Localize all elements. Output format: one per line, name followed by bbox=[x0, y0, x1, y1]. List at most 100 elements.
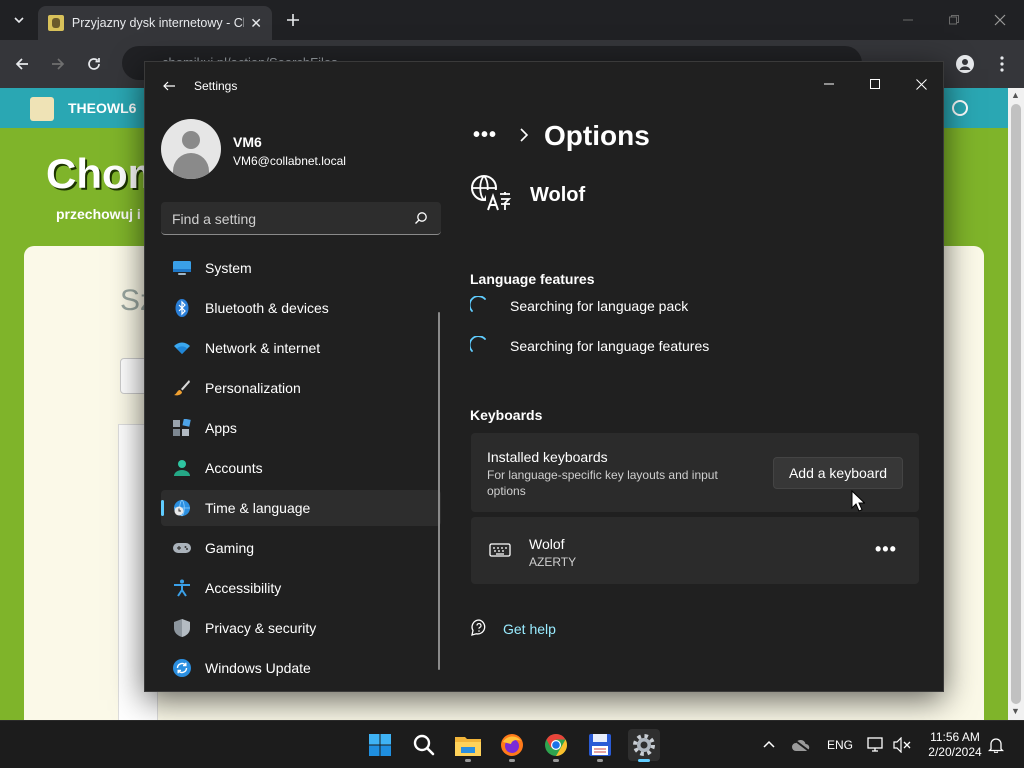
settings-titlebar: Settings bbox=[145, 62, 945, 110]
bluetooth-icon bbox=[175, 299, 189, 317]
tab-search-button[interactable] bbox=[8, 9, 30, 31]
search-icon bbox=[413, 734, 435, 756]
settings-window: Settings VM6 VM6@collabnet.local Find a … bbox=[144, 61, 944, 692]
nav-item-label: Privacy & security bbox=[205, 620, 317, 636]
taskbar-save-app[interactable] bbox=[584, 729, 616, 762]
nav-item-label: Bluetooth & devices bbox=[205, 300, 329, 316]
volume-muted-icon bbox=[893, 737, 911, 753]
clock[interactable]: 11:56 AM 2/20/2024 bbox=[918, 730, 992, 760]
nav-item-apps[interactable]: Apps bbox=[161, 410, 441, 446]
scroll-down-icon[interactable]: ▼ bbox=[1011, 706, 1020, 716]
settings-search-input[interactable]: Find a setting bbox=[161, 202, 441, 235]
volume-button[interactable] bbox=[892, 735, 912, 755]
loading-spinner-icon bbox=[470, 296, 486, 312]
shield-icon bbox=[174, 619, 190, 637]
notifications-button[interactable] bbox=[986, 735, 1006, 755]
nav-item-label: Personalization bbox=[205, 380, 301, 396]
loading-spinner-icon bbox=[470, 336, 486, 352]
more-vertical-icon bbox=[1000, 56, 1004, 72]
page-scrollbar-thumb[interactable] bbox=[1011, 104, 1021, 704]
nav-item-gaming[interactable]: Gaming bbox=[161, 530, 441, 566]
site-brand[interactable]: THEOWL6 bbox=[68, 100, 136, 116]
show-hidden-icons-button[interactable] bbox=[759, 735, 779, 755]
keyboard-layout: AZERTY bbox=[529, 555, 577, 569]
scroll-up-icon[interactable]: ▲ bbox=[1011, 90, 1020, 100]
nav-item-bluetooth[interactable]: Bluetooth & devices bbox=[161, 290, 441, 326]
browser-close-button[interactable] bbox=[990, 10, 1010, 30]
user-avatar[interactable] bbox=[161, 119, 221, 179]
chevron-down-icon bbox=[14, 17, 24, 24]
keyboard-icon bbox=[489, 543, 511, 557]
gear-icon bbox=[633, 734, 655, 756]
installed-keyboards-desc: For language-specific key layouts and in… bbox=[487, 468, 718, 498]
tab-title: Przyjazny dysk internetowy - Chomikuj.pl bbox=[71, 16, 244, 30]
running-indicator bbox=[597, 759, 603, 762]
nav-item-label: Gaming bbox=[205, 540, 255, 556]
account-icon bbox=[174, 460, 190, 476]
network-button[interactable] bbox=[866, 735, 886, 755]
profile-button[interactable] bbox=[953, 52, 977, 76]
keyboard-item-card[interactable]: Wolof AZERTY ••• bbox=[471, 517, 919, 584]
chevron-right-icon bbox=[520, 128, 529, 142]
page-title: Options bbox=[544, 120, 650, 151]
nav-item-accounts[interactable]: Accounts bbox=[161, 450, 441, 486]
browser-menu-button[interactable] bbox=[990, 52, 1014, 76]
language-features-heading: Language features bbox=[470, 271, 595, 287]
get-help-link[interactable]: Get help bbox=[503, 621, 556, 637]
taskbar-file-explorer[interactable] bbox=[452, 729, 484, 762]
nav-item-privacy[interactable]: Privacy & security bbox=[161, 610, 441, 646]
nav-item-personalization[interactable]: Personalization bbox=[161, 370, 441, 406]
maximize-button[interactable] bbox=[864, 73, 886, 95]
nav-item-accessibility[interactable]: Accessibility bbox=[161, 570, 441, 606]
browser-minimize-button[interactable] bbox=[898, 10, 918, 30]
chevron-up-icon bbox=[763, 740, 775, 748]
nav-item-label: Time & language bbox=[205, 500, 311, 516]
folder-icon bbox=[455, 737, 481, 756]
browser-restore-button[interactable] bbox=[944, 10, 964, 30]
new-tab-button[interactable] bbox=[282, 9, 304, 31]
close-tab-icon[interactable]: ✕ bbox=[250, 15, 262, 32]
nav-item-label: Accounts bbox=[205, 460, 263, 476]
nav-item-label: Network & internet bbox=[205, 340, 321, 356]
running-indicator bbox=[465, 759, 471, 762]
more-options-button[interactable]: ••• bbox=[875, 539, 897, 560]
feature-status-pack: Searching for language pack bbox=[510, 298, 689, 314]
nav-item-network[interactable]: Network & internet bbox=[161, 330, 441, 366]
firefox-icon bbox=[501, 734, 523, 756]
breadcrumb-overflow[interactable]: ••• bbox=[473, 124, 497, 147]
settings-back-button[interactable] bbox=[161, 78, 177, 94]
clock-date: 2/20/2024 bbox=[928, 745, 982, 759]
network-icon bbox=[867, 737, 883, 752]
forward-button[interactable] bbox=[46, 52, 70, 76]
nav-item-windows-update[interactable]: Windows Update bbox=[161, 650, 441, 686]
close-icon bbox=[994, 14, 1006, 26]
reload-button[interactable] bbox=[82, 52, 106, 76]
taskbar-firefox[interactable] bbox=[496, 729, 528, 762]
add-keyboard-button[interactable]: Add a keyboard bbox=[773, 457, 903, 489]
installed-keyboards-title: Installed keyboards bbox=[487, 449, 608, 465]
nav-item-system[interactable]: System bbox=[161, 250, 441, 286]
back-button[interactable] bbox=[10, 52, 34, 76]
plus-icon bbox=[287, 14, 299, 26]
accessibility-icon bbox=[174, 579, 190, 597]
browser-tab[interactable]: Przyjazny dysk internetowy - Chomikuj.pl… bbox=[38, 6, 272, 40]
gamepad-icon bbox=[173, 543, 191, 553]
language-icon bbox=[471, 175, 512, 212]
power-icon[interactable] bbox=[952, 100, 968, 116]
keyboard-name: Wolof bbox=[529, 536, 565, 552]
taskbar-search-button[interactable] bbox=[408, 729, 440, 761]
input-language[interactable]: ENG bbox=[827, 738, 853, 752]
site-logo-icon[interactable] bbox=[30, 97, 54, 121]
taskbar-settings[interactable] bbox=[628, 729, 660, 762]
start-button[interactable] bbox=[364, 729, 396, 761]
arrow-left-icon bbox=[163, 81, 175, 91]
nav-scrollbar[interactable] bbox=[438, 312, 440, 670]
close-button[interactable] bbox=[910, 73, 932, 95]
tab-strip: Przyjazny dysk internetowy - Chomikuj.pl… bbox=[0, 0, 1024, 40]
feature-status-features: Searching for language features bbox=[510, 338, 710, 354]
minimize-button[interactable] bbox=[818, 73, 840, 95]
onedrive-button[interactable] bbox=[791, 735, 811, 755]
nav-item-time-language[interactable]: Time & language bbox=[161, 490, 441, 526]
app-title: Settings bbox=[194, 79, 238, 93]
taskbar-chrome[interactable] bbox=[540, 729, 572, 762]
